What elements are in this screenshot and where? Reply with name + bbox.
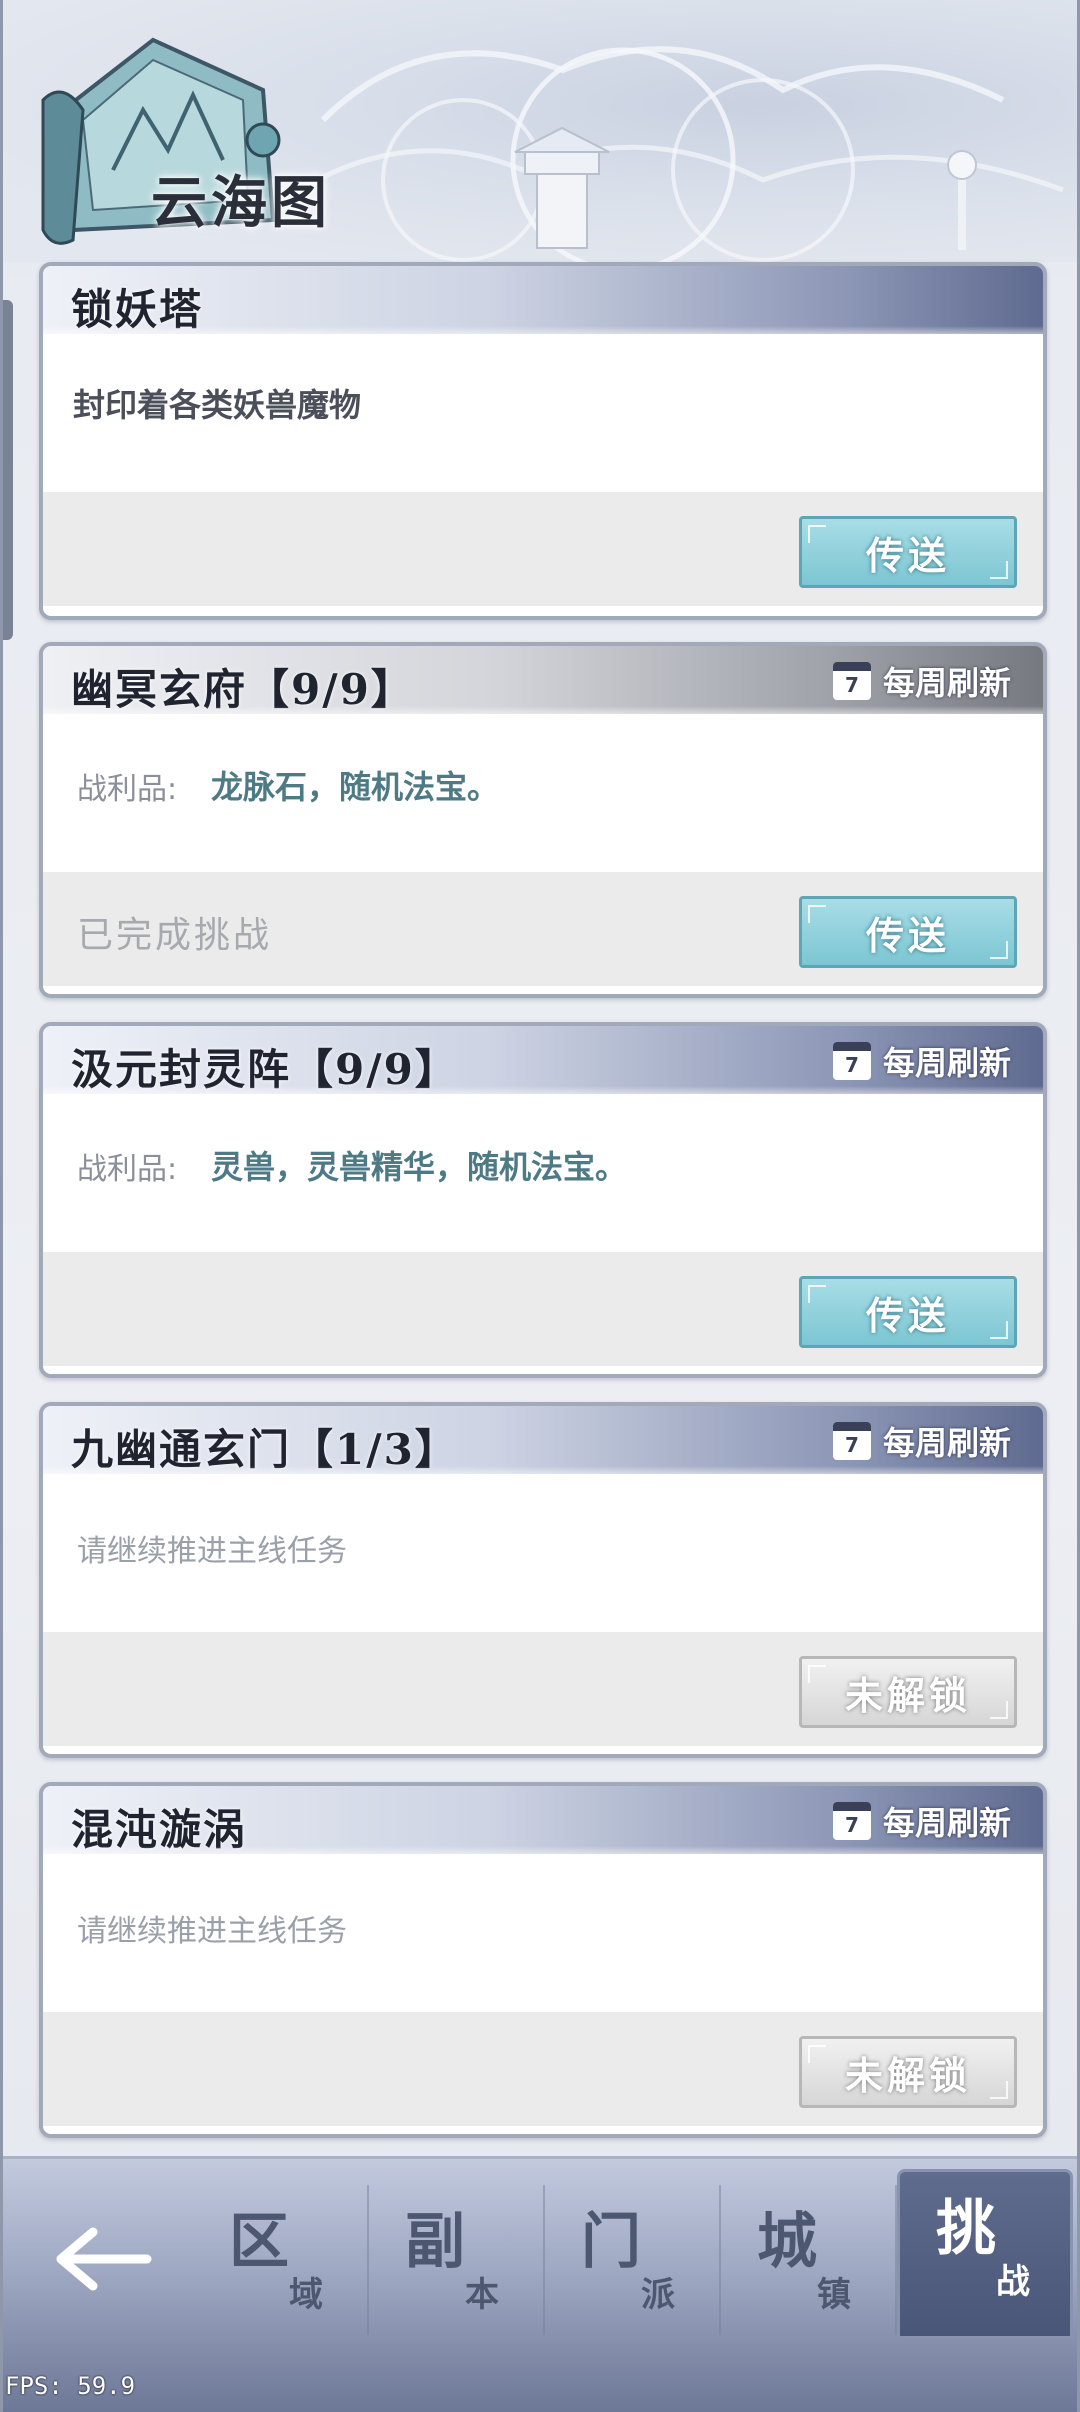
app-root: 云海图 锁妖塔 封印着各类妖兽魔物 传送 幽冥玄府【9/9】 7 每周刷新 战利… <box>0 0 1080 2412</box>
loot-value: 灵兽，灵兽精华，随机法宝。 <box>211 1148 628 1186</box>
loot-value: 龙脉石，随机法宝。 <box>211 768 500 806</box>
side-drawer-handle[interactable] <box>3 300 13 640</box>
fps-counter: FPS: 59.9 <box>5 2372 136 2400</box>
loot-label: 战利品: <box>77 1152 178 1187</box>
unlock-hint: 请继续推进主线任务 <box>77 1534 347 1569</box>
page-title: 云海图 <box>151 170 331 236</box>
dungeon-card-suoyaota: 锁妖塔 封印着各类妖兽魔物 传送 <box>39 262 1047 620</box>
tab-sect[interactable]: 门 派 <box>545 2185 721 2335</box>
tab-challenge[interactable]: 挑 战 <box>897 2169 1073 2339</box>
card-title: 锁妖塔 <box>71 285 204 334</box>
refresh-label: 每周刷新 <box>882 1044 1011 1082</box>
dungeon-card-jiyuan: 汲元封灵阵【9/9】 7 每周刷新 战利品: 灵兽，灵兽精华，随机法宝。 传送 <box>39 1022 1047 1378</box>
card-footer: 传送 <box>43 492 1043 606</box>
calendar-icon: 7 <box>832 1042 871 1080</box>
calendar-icon: 7 <box>832 662 871 700</box>
card-body: 战利品: 灵兽，灵兽精华，随机法宝。 <box>43 1094 1043 1252</box>
card-body: 请继续推进主线任务 <box>43 1854 1043 2012</box>
calendar-icon: 7 <box>832 1802 871 1840</box>
teleport-button[interactable]: 传送 <box>799 516 1017 588</box>
calendar-icon: 7 <box>832 1422 871 1460</box>
teleport-button[interactable]: 传送 <box>799 1276 1017 1348</box>
card-header: 幽冥玄府【9/9】 7 每周刷新 <box>43 646 1043 714</box>
weekly-refresh-badge: 7 每周刷新 <box>832 660 1011 702</box>
completion-status: 已完成挑战 <box>77 915 273 956</box>
card-description: 封印着各类妖兽魔物 <box>73 386 362 424</box>
refresh-label: 每周刷新 <box>882 1424 1011 1462</box>
card-title: 混沌漩涡 <box>71 1805 248 1854</box>
tab-town[interactable]: 城 镇 <box>721 2185 897 2335</box>
header-banner: 云海图 <box>3 0 1077 262</box>
refresh-label: 每周刷新 <box>882 664 1011 702</box>
locked-button[interactable]: 未解锁 <box>799 2036 1017 2108</box>
dungeon-card-jiuyou: 九幽通玄门【1/3】 7 每周刷新 请继续推进主线任务 未解锁 <box>39 1402 1047 1758</box>
teleport-button[interactable]: 传送 <box>799 896 1017 968</box>
dungeon-card-youming: 幽冥玄府【9/9】 7 每周刷新 战利品: 龙脉石，随机法宝。 已完成挑战 传送 <box>39 642 1047 998</box>
loot-label: 战利品: <box>77 772 178 807</box>
card-header: 汲元封灵阵【9/9】 7 每周刷新 <box>43 1026 1043 1094</box>
back-arrow-icon <box>56 2227 152 2291</box>
weekly-refresh-badge: 7 每周刷新 <box>832 1800 1011 1842</box>
card-footer: 未解锁 <box>43 2012 1043 2126</box>
card-footer: 传送 <box>43 1252 1043 1366</box>
card-header: 混沌漩涡 7 每周刷新 <box>43 1786 1043 1854</box>
dungeon-card-hundun: 混沌漩涡 7 每周刷新 请继续推进主线任务 未解锁 <box>39 1782 1047 2138</box>
card-footer: 已完成挑战 传送 <box>43 872 1043 986</box>
card-title: 九幽通玄门【1/3】 <box>71 1425 459 1474</box>
card-header: 九幽通玄门【1/3】 7 每周刷新 <box>43 1406 1043 1474</box>
tab-dungeon[interactable]: 副 本 <box>369 2185 545 2335</box>
locked-button[interactable]: 未解锁 <box>799 1656 1017 1728</box>
refresh-label: 每周刷新 <box>882 1804 1011 1842</box>
tab-region[interactable]: 区 域 <box>193 2185 369 2335</box>
unlock-hint: 请继续推进主线任务 <box>77 1914 347 1949</box>
card-title: 汲元封灵阵【9/9】 <box>71 1045 459 1094</box>
card-title: 幽冥玄府【9/9】 <box>71 665 415 714</box>
weekly-refresh-badge: 7 每周刷新 <box>832 1420 1011 1462</box>
card-header: 锁妖塔 <box>43 266 1043 334</box>
weekly-refresh-badge: 7 每周刷新 <box>832 1040 1011 1082</box>
card-body: 战利品: 龙脉石，随机法宝。 <box>43 714 1043 872</box>
card-body: 封印着各类妖兽魔物 <box>43 334 1043 492</box>
card-body: 请继续推进主线任务 <box>43 1474 1043 1632</box>
card-footer: 未解锁 <box>43 1632 1043 1746</box>
bottom-nav: 区 域 副 本 门 派 城 镇 挑 战 <box>3 2156 1077 2412</box>
back-button[interactable] <box>43 2199 163 2319</box>
